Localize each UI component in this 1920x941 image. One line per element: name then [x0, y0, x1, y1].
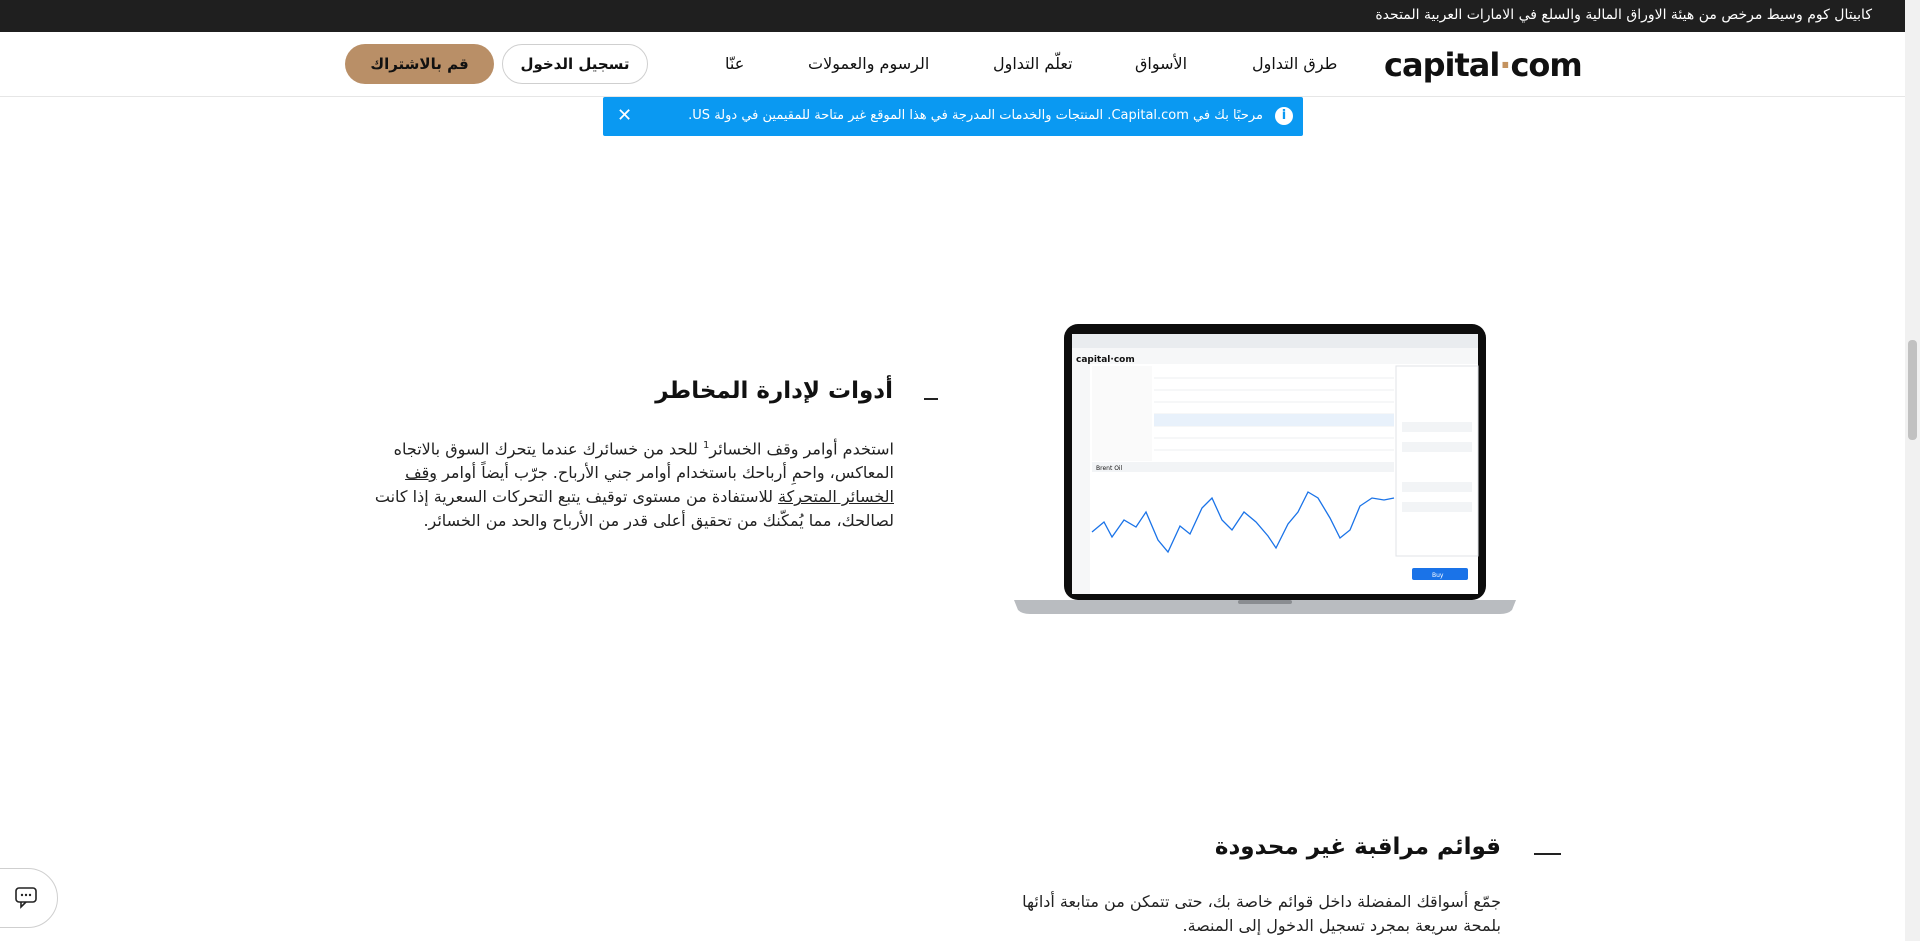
top-announcement-bar: كابيتال كوم وسيط مرخص من هيئة الاوراق ال… — [0, 0, 1920, 32]
laptop-platform-illustration: capital·com Brent Oil Buy — [1014, 324, 1516, 614]
announcement-text: كابيتال كوم وسيط مرخص من هيئة الاوراق ال… — [1375, 7, 1872, 23]
notice-message: مرحبًا بك في Capital.com. المنتجات والخد… — [688, 108, 1263, 123]
login-button[interactable]: تسجيل الدخول — [502, 44, 648, 84]
page-scrollbar[interactable] — [1905, 0, 1920, 941]
section-dash-2 — [1534, 853, 1561, 855]
info-icon: i — [1275, 107, 1293, 125]
nav-link-fees[interactable]: الرسوم والعمولات — [808, 54, 929, 73]
nav-link-about[interactable]: عنّا — [725, 54, 744, 73]
section-dash — [924, 398, 938, 400]
laptop-buy-label: Buy — [1432, 572, 1444, 579]
capital-com-logo[interactable]: capital·com — [1384, 46, 1583, 84]
nav-link-learn[interactable]: تعلّم التداول — [993, 54, 1073, 73]
watchlists-description: جمّع أسواقك المفضلة داخل قوائم خاصة بك، … — [1022, 892, 1501, 935]
chat-icon — [15, 887, 37, 909]
signup-button[interactable]: قم بالاشتراك — [345, 44, 494, 84]
laptop-chart-label: Brent Oil — [1096, 465, 1123, 472]
scrollbar-thumb[interactable] — [1908, 340, 1917, 440]
risk-tools-description: استخدم أوامر وقف الخسائر1 للحد من خسائرك… — [350, 434, 894, 533]
nav-link-trading-ways[interactable]: طرق التداول — [1252, 54, 1337, 73]
nav-link-markets[interactable]: الأسواق — [1135, 54, 1187, 73]
laptop-logo: capital·com — [1076, 355, 1135, 365]
risk-tools-title: أدوات لإدارة المخاطر — [655, 378, 893, 404]
watchlists-title: قوائم مراقبة غير محدودة — [1214, 834, 1501, 860]
risk-text-start: استخدم أوامر وقف الخسائر — [709, 439, 894, 459]
chat-button[interactable] — [0, 868, 58, 928]
main-navigation: capital·com طرق التداول الأسواق تعلّم ال… — [0, 32, 1920, 97]
region-notice-banner: مرحبًا بك في Capital.com. المنتجات والخد… — [603, 97, 1303, 136]
close-icon[interactable]: ✕ — [617, 105, 632, 126]
